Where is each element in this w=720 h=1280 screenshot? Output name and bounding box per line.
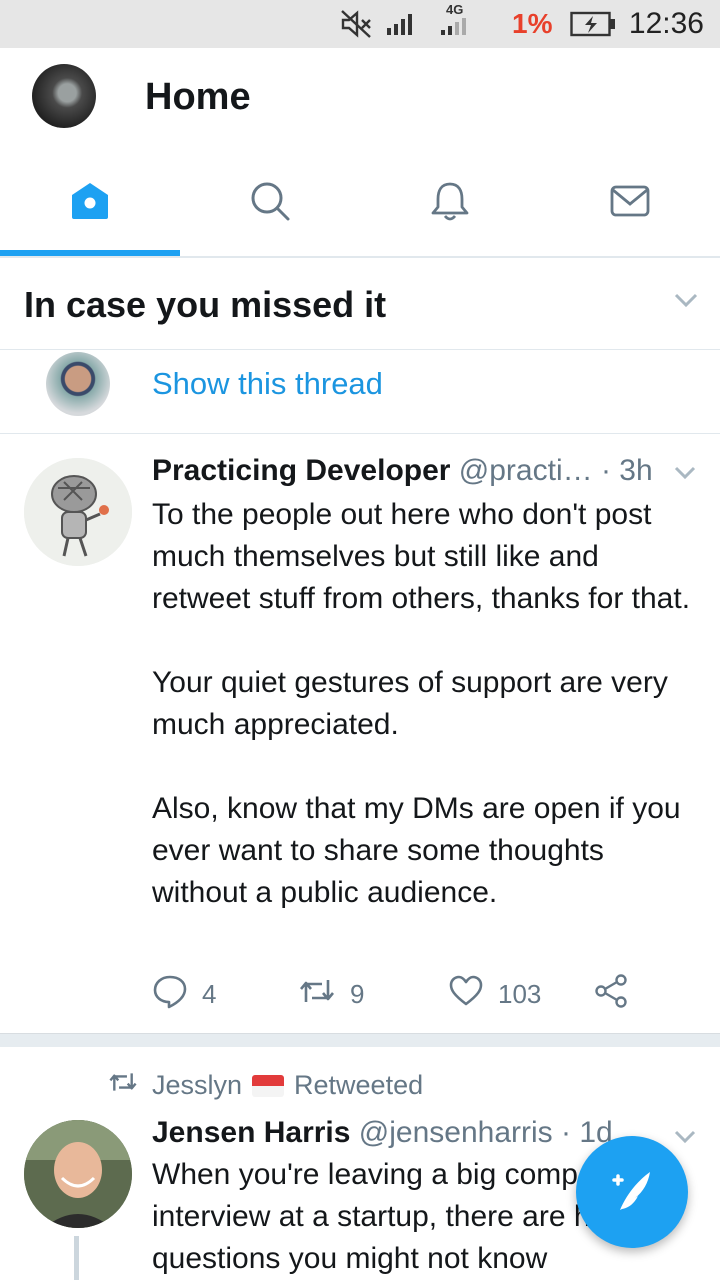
battery-percent: 1% bbox=[512, 8, 553, 39]
section-header: In case you missed it bbox=[0, 258, 720, 350]
tweet[interactable]: Practicing Developer @practi… · 3h To th… bbox=[0, 434, 720, 1034]
tweet-text: To the people out here who don't post mu… bbox=[152, 494, 702, 914]
share-button[interactable] bbox=[594, 973, 628, 1015]
retweet-count: 9 bbox=[350, 978, 365, 1009]
profile-avatar[interactable] bbox=[32, 64, 96, 128]
retweeter-name[interactable]: Jesslyn bbox=[152, 1070, 242, 1101]
author-handle[interactable]: @practi… bbox=[459, 454, 593, 487]
section-title: In case you missed it bbox=[24, 284, 387, 325]
page-title: Home bbox=[145, 76, 251, 118]
tweet-paragraph: Your quiet gestures of support are very … bbox=[152, 666, 668, 741]
status-bar: 4G 1% 12:36 bbox=[0, 0, 720, 48]
retweeted-label: Retweeted bbox=[294, 1070, 424, 1100]
status-time: 12:36 bbox=[628, 7, 704, 40]
tweet-paragraph: To the people out here who don't post mu… bbox=[152, 498, 691, 615]
share-icon bbox=[594, 973, 628, 1015]
tab-search[interactable] bbox=[180, 150, 360, 256]
reply-icon bbox=[152, 973, 188, 1016]
author-handle[interactable]: @jensenharris bbox=[359, 1116, 553, 1149]
battery-charging-icon bbox=[570, 0, 616, 48]
signal-4g-icon bbox=[440, 0, 468, 48]
like-count: 103 bbox=[498, 978, 542, 1009]
envelope-icon bbox=[608, 179, 652, 228]
like-button[interactable]: 103 bbox=[448, 974, 541, 1014]
thread-connector-line bbox=[74, 1236, 79, 1280]
avatar[interactable] bbox=[24, 458, 132, 566]
signal-icon bbox=[386, 0, 414, 48]
bell-icon bbox=[428, 179, 472, 228]
retweet-icon bbox=[108, 1070, 138, 1101]
author-name[interactable]: Jensen Harris bbox=[152, 1116, 350, 1149]
reply-count: 4 bbox=[202, 978, 217, 1009]
avatar[interactable] bbox=[24, 1120, 132, 1228]
chevron-down-icon[interactable] bbox=[672, 1128, 698, 1151]
timeline-divider bbox=[0, 1033, 720, 1047]
mute-icon bbox=[340, 0, 374, 48]
tab-messages[interactable] bbox=[540, 150, 720, 256]
active-tab-indicator bbox=[0, 250, 180, 256]
compose-tweet-icon bbox=[604, 1162, 660, 1223]
tweet-time: · 3h bbox=[592, 454, 653, 487]
home-icon bbox=[68, 179, 112, 228]
tab-home[interactable] bbox=[0, 150, 180, 256]
tweet-paragraph: Also, know that my DMs are open if you e… bbox=[152, 792, 681, 909]
avatar[interactable] bbox=[46, 352, 110, 416]
indonesia-flag-icon bbox=[252, 1074, 285, 1097]
top-app-bar: Home bbox=[0, 48, 720, 150]
tab-notifications[interactable] bbox=[360, 150, 540, 256]
search-icon bbox=[248, 179, 292, 228]
retweet-context: Jesslyn Retweeted bbox=[108, 1070, 423, 1101]
author-name[interactable]: Practicing Developer bbox=[152, 454, 450, 487]
tweet-header: Practicing Developer @practi… · 3h bbox=[152, 454, 653, 488]
compose-tweet-button[interactable] bbox=[576, 1136, 688, 1248]
tab-bar bbox=[0, 150, 720, 258]
retweet-button[interactable]: 9 bbox=[298, 974, 364, 1014]
heart-icon bbox=[448, 975, 484, 1014]
tweet-actions: 4 9 103 bbox=[152, 973, 652, 1015]
chevron-down-icon[interactable] bbox=[672, 464, 698, 487]
reply-button[interactable]: 4 bbox=[152, 974, 216, 1014]
show-thread-row[interactable]: Show this thread bbox=[0, 350, 720, 434]
chevron-down-icon[interactable] bbox=[672, 290, 700, 315]
show-thread-link[interactable]: Show this thread bbox=[152, 366, 383, 402]
tweet-header: Jensen Harris @jensenharris · 1d bbox=[152, 1116, 613, 1150]
retweet-icon bbox=[298, 976, 336, 1013]
